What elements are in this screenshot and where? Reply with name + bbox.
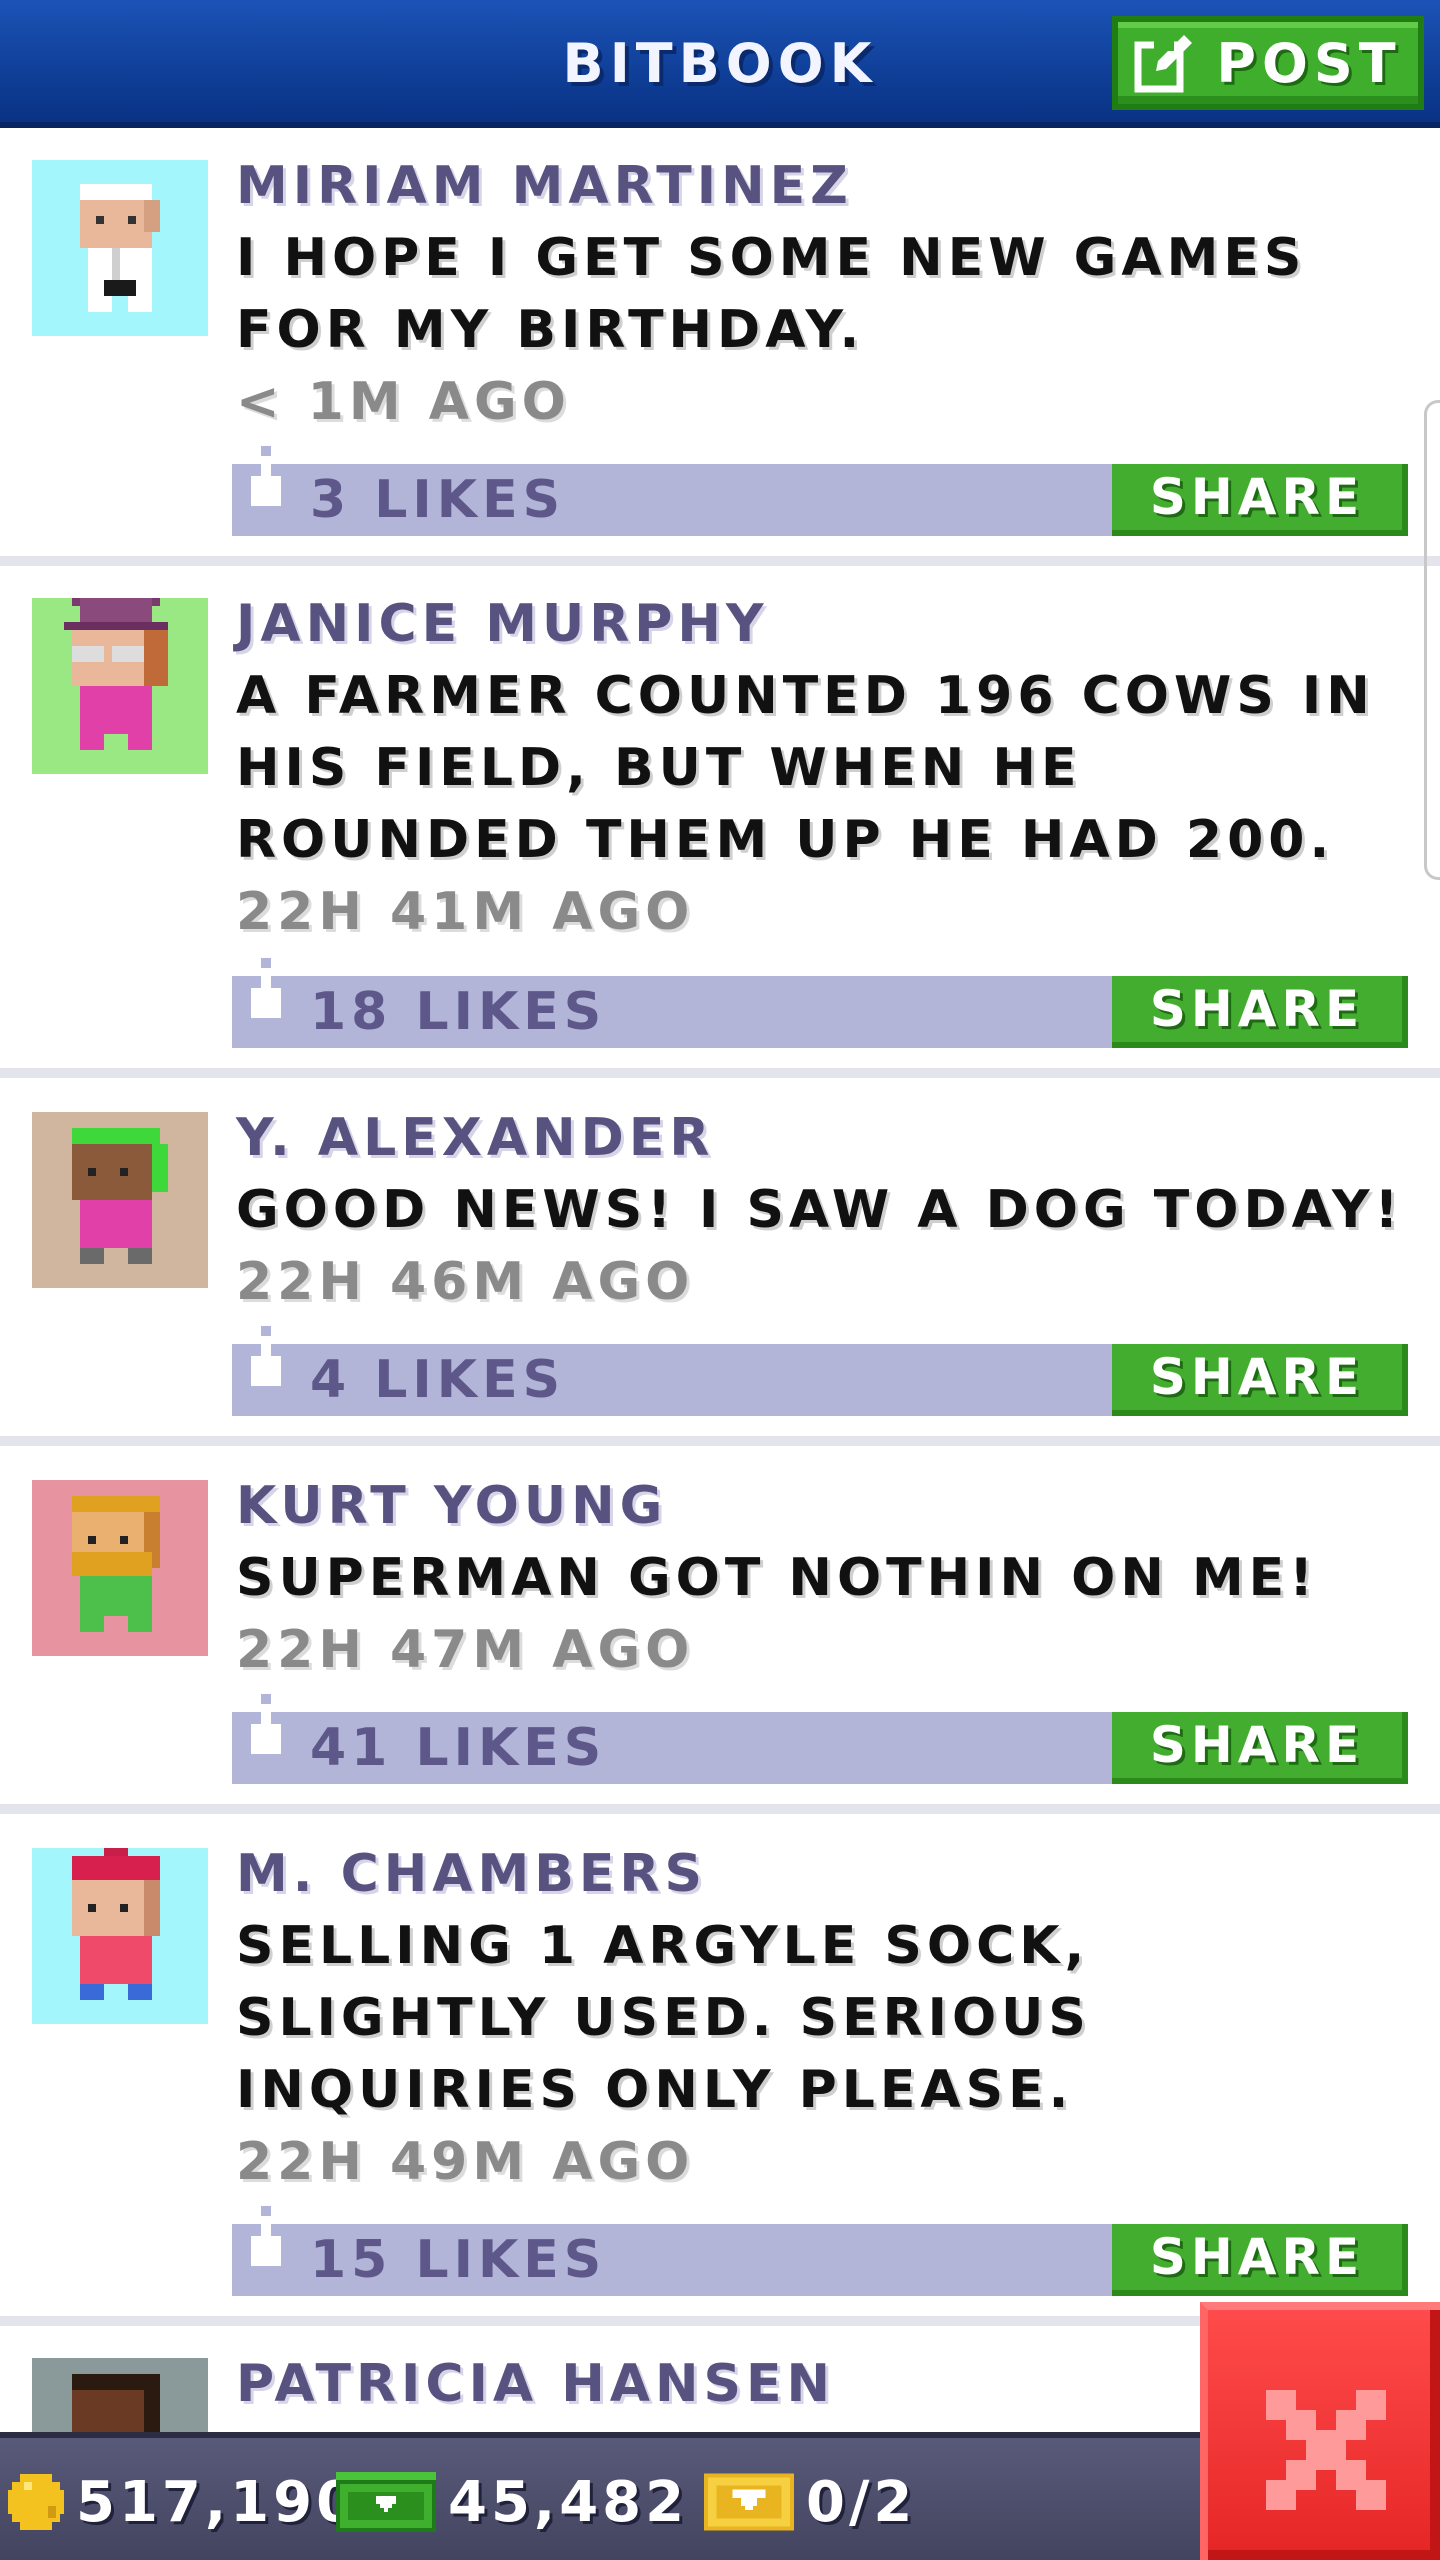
avatar bbox=[32, 598, 208, 774]
coin-icon bbox=[8, 2474, 64, 2530]
likes-bar: 3 LIKES SHARE bbox=[232, 446, 1408, 536]
share-button[interactable]: SHARE bbox=[1112, 464, 1408, 536]
bux-stat: 45,482 bbox=[336, 2438, 688, 2560]
share-button[interactable]: SHARE bbox=[1112, 1712, 1408, 1784]
post-message: A FARMER COUNTED 196 COWS IN HIS FIELD, … bbox=[236, 666, 1375, 870]
avatar bbox=[32, 160, 208, 336]
share-button[interactable]: SHARE bbox=[1112, 976, 1408, 1048]
post-time: 22H 49M AGO bbox=[236, 2132, 695, 2192]
edit-icon bbox=[1134, 35, 1193, 93]
post-time: 22H 47M AGO bbox=[236, 1620, 695, 1680]
tickets-value: 0/2 bbox=[806, 2469, 917, 2535]
post-author[interactable]: PATRICIA HANSEN bbox=[236, 2348, 835, 2420]
top-bar: BITBOOK POST bbox=[0, 0, 1440, 128]
coins-stat: 517,190 bbox=[8, 2438, 359, 2560]
feed-post: MIRIAM MARTINEZ I HOPE I GET SOME NEW GA… bbox=[0, 134, 1440, 566]
thumbs-up-icon[interactable] bbox=[246, 958, 286, 1028]
post-message: I HOPE I GET SOME NEW GAMES FOR MY BIRTH… bbox=[236, 228, 1307, 360]
thumbs-up-icon[interactable] bbox=[246, 446, 286, 516]
feed-post: M. CHAMBERS SELLING 1 ARGYLE SOCK, SLIGH… bbox=[0, 1814, 1440, 2326]
divider bbox=[0, 556, 1440, 566]
post-time: < 1M AGO bbox=[236, 372, 571, 432]
likes-count: 15 LIKES bbox=[310, 2230, 607, 2290]
avatar bbox=[32, 1480, 208, 1656]
likes-bar: 41 LIKES SHARE bbox=[232, 1694, 1408, 1784]
thumbs-up-icon[interactable] bbox=[246, 1694, 286, 1764]
post-message: GOOD NEWS! I SAW A DOG TODAY! bbox=[236, 1180, 1404, 1240]
feed-post: JANICE MURPHY A FARMER COUNTED 196 COWS … bbox=[0, 566, 1440, 1078]
close-button[interactable] bbox=[1200, 2302, 1440, 2560]
likes-bar: 15 LIKES SHARE bbox=[232, 2206, 1408, 2296]
scrollbar[interactable] bbox=[1424, 400, 1440, 880]
bux-value: 45,482 bbox=[448, 2469, 689, 2535]
thumbs-up-icon[interactable] bbox=[246, 1326, 286, 1396]
close-icon bbox=[1266, 2390, 1386, 2510]
likes-count: 3 LIKES bbox=[310, 470, 566, 530]
tickets-stat: 0/2 bbox=[704, 2438, 916, 2560]
likes-bar: 4 LIKES SHARE bbox=[232, 1326, 1408, 1416]
divider bbox=[0, 1068, 1440, 1078]
likes-count: 4 LIKES bbox=[310, 1350, 566, 1410]
post-time: 22H 46M AGO bbox=[236, 1252, 695, 1312]
share-button[interactable]: SHARE bbox=[1112, 2224, 1408, 2296]
divider bbox=[0, 1804, 1440, 1814]
avatar bbox=[32, 1848, 208, 2024]
post-author[interactable]: Y. ALEXANDER bbox=[236, 1102, 714, 1174]
post-time: 22H 41M AGO bbox=[236, 882, 695, 942]
post-message: SELLING 1 ARGYLE SOCK, SLIGHTLY USED. SE… bbox=[236, 1916, 1091, 2120]
post-author[interactable]: M. CHAMBERS bbox=[236, 1838, 707, 1910]
post-message: SUPERMAN GOT NOTHIN ON ME! bbox=[236, 1548, 1318, 1608]
likes-count: 18 LIKES bbox=[310, 982, 607, 1042]
feed-post: KURT YOUNG SUPERMAN GOT NOTHIN ON ME! 22… bbox=[0, 1446, 1440, 1814]
post-author[interactable]: JANICE MURPHY bbox=[236, 588, 769, 660]
likes-count: 41 LIKES bbox=[310, 1718, 607, 1778]
ticket-icon bbox=[704, 2473, 794, 2531]
post-button[interactable]: POST bbox=[1112, 16, 1424, 110]
likes-bar: 18 LIKES SHARE bbox=[232, 958, 1408, 1048]
post-author[interactable]: MIRIAM MARTINEZ bbox=[236, 150, 853, 222]
bux-icon bbox=[336, 2472, 436, 2532]
avatar bbox=[32, 1112, 208, 1288]
thumbs-up-icon[interactable] bbox=[246, 2206, 286, 2276]
post-button-label: POST bbox=[1216, 31, 1402, 95]
feed-post: Y. ALEXANDER GOOD NEWS! I SAW A DOG TODA… bbox=[0, 1078, 1440, 1446]
coins-value: 517,190 bbox=[76, 2469, 360, 2535]
divider bbox=[0, 1436, 1440, 1446]
post-author[interactable]: KURT YOUNG bbox=[236, 1470, 667, 1542]
share-button[interactable]: SHARE bbox=[1112, 1344, 1408, 1416]
